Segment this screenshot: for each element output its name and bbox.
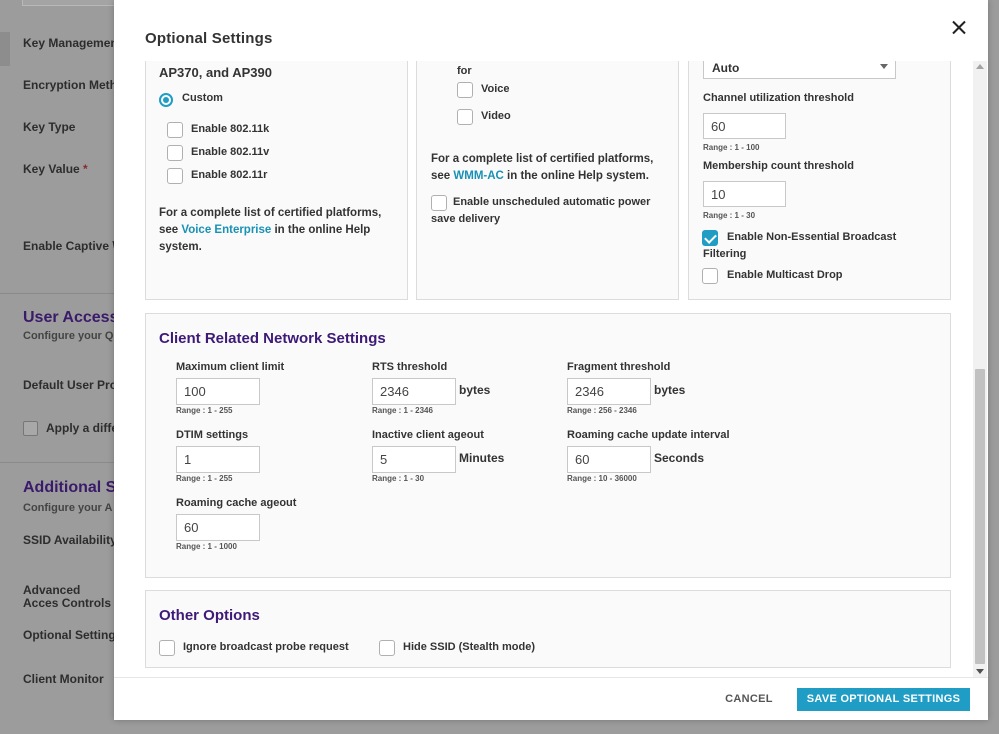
bg-section-user-access: User Access [23,309,119,326]
ignore-probe-label: Ignore broadcast probe request [183,641,349,653]
fragment-unit: bytes [654,383,686,397]
membership-range: Range : 1 - 30 [703,211,756,220]
hide-ssid-checkbox[interactable] [379,640,395,656]
bg-label-key-management: Key Management [23,36,122,50]
bg-apply-label: Apply a diffe [46,421,119,435]
chevron-down-icon [880,64,888,69]
other-options-section: Other Options Ignore broadcast probe req… [145,590,951,668]
channel-util-range: Range : 1 - 100 [703,143,760,152]
dialog-scrollbar[interactable] [973,61,987,677]
bg-label-key-value: Key Value * [23,162,88,176]
other-options-title: Other Options [159,607,260,624]
enable-80211r-label: Enable 802.11r [191,169,268,181]
fragment-range: Range : 256 - 2346 [567,406,637,415]
rts-range: Range : 1 - 2346 [372,406,433,415]
bg-label-encryption-method: Encryption Metho [23,78,125,92]
voice-label: Voice [481,83,510,95]
dtim-input[interactable] [176,446,260,473]
col1-note: For a complete list of certified platfor… [159,207,382,253]
dtim-label: DTIM settings [176,429,249,441]
background-side-marker [0,32,10,66]
col2-heading: for [457,65,472,77]
close-icon[interactable] [949,18,969,38]
bg-label-advanced-access: Advanced Acces Controls [23,583,112,610]
enable-80211v-label: Enable 802.11v [191,146,270,158]
membership-input[interactable] [703,181,786,207]
roaming-ageout-range: Range : 1 - 1000 [176,542,237,551]
power-save-label: Enable unscheduled automatic power save … [431,196,651,225]
roaming-update-input[interactable] [567,446,651,473]
bg-section-additional: Additional S [23,479,117,496]
mode-select[interactable]: Auto [703,61,896,79]
client-network-settings-section: Client Related Network Settings Maximum … [145,313,951,578]
bg-label-client-monitor: Client Monitor [23,672,104,686]
roaming-update-range: Range : 10 - 36000 [567,474,637,483]
rts-label: RTS threshold [372,361,448,373]
col2-note: For a complete list of certified platfor… [431,153,654,182]
cancel-button[interactable]: CANCEL [718,689,780,710]
custom-radio-label: Custom [182,92,223,104]
col1-heading: AP370, and AP390 [159,65,272,80]
enable-80211r-checkbox[interactable] [167,168,183,184]
roaming-ageout-label: Roaming cache ageout [176,497,297,509]
roaming-ageout-input[interactable] [176,514,260,541]
background-top-control [22,0,122,6]
dialog-scroll-area[interactable]: AP370, and AP390 Custom Enable 802.11k E… [114,61,988,677]
fragment-input[interactable] [567,378,651,405]
bg-label-default-user-profile: Default User Pro [23,378,118,392]
custom-radio[interactable] [159,93,173,107]
dialog-title: Optional Settings [145,30,273,47]
membership-label: Membership count threshold [703,160,854,172]
client-section-title: Client Related Network Settings [159,330,386,347]
roaming-update-label: Roaming cache update interval [567,429,730,441]
enable-80211v-checkbox[interactable] [167,145,183,161]
video-label: Video [481,110,511,122]
bg-divider [0,293,114,294]
fragment-label: Fragment threshold [567,361,671,373]
scroll-down-icon[interactable] [976,669,984,674]
inactive-label: Inactive client ageout [372,429,484,441]
card-multicast: Auto Channel utilization threshold Range… [688,61,951,300]
mode-select-value: Auto [712,61,740,75]
multicast-drop-checkbox[interactable] [702,268,718,284]
roaming-update-unit: Seconds [654,451,705,465]
card-voice-enterprise: AP370, and AP390 Custom Enable 802.11k E… [145,61,408,300]
broadcast-filter-label: Enable Non-Essential Broadcast Filtering [703,231,897,260]
max-client-range: Range : 1 - 255 [176,406,233,415]
footer-divider [114,677,988,678]
scroll-up-icon[interactable] [976,64,984,69]
max-client-label: Maximum client limit [176,361,285,373]
voice-checkbox[interactable] [457,82,473,98]
bg-apply-checkbox [23,421,38,436]
ignore-probe-checkbox[interactable] [159,640,175,656]
inactive-input[interactable] [372,446,456,473]
channel-util-label: Channel utilization threshold [703,92,854,104]
bg-section-user-access-sub: Configure your Q [23,330,114,342]
wmm-ac-link[interactable]: WMM-AC [453,170,503,182]
enable-80211k-label: Enable 802.11k [191,123,270,135]
bg-label-enable-captive: Enable Captive \ [23,239,116,253]
bg-section-additional-sub: Configure your A [23,502,113,514]
inactive-unit: Minutes [459,451,505,465]
save-optional-settings-button[interactable]: SAVE OPTIONAL SETTINGS [797,688,970,711]
inactive-range: Range : 1 - 30 [372,474,425,483]
bg-label-ssid-availability: SSID Availability S [23,533,129,547]
optional-settings-dialog: Optional Settings AP370, and AP390 Custo… [114,0,988,720]
hide-ssid-label: Hide SSID (Stealth mode) [403,641,536,653]
channel-util-input[interactable] [703,113,786,139]
video-checkbox[interactable] [457,109,473,125]
max-client-input[interactable] [176,378,260,405]
bg-label-optional-settings: Optional Setting [23,628,116,642]
bg-divider [0,462,114,463]
enable-80211k-checkbox[interactable] [167,122,183,138]
rts-unit: bytes [459,383,491,397]
multicast-drop-label: Enable Multicast Drop [727,269,843,281]
rts-input[interactable] [372,378,456,405]
bg-label-key-type: Key Type [23,120,76,134]
required-marker: * [83,162,88,176]
voice-enterprise-link[interactable]: Voice Enterprise [181,224,271,236]
card-wmm-ac: for Voice Video For a complete list of c… [416,61,679,300]
scrollbar-thumb[interactable] [975,369,985,664]
dtim-range: Range : 1 - 255 [176,474,233,483]
